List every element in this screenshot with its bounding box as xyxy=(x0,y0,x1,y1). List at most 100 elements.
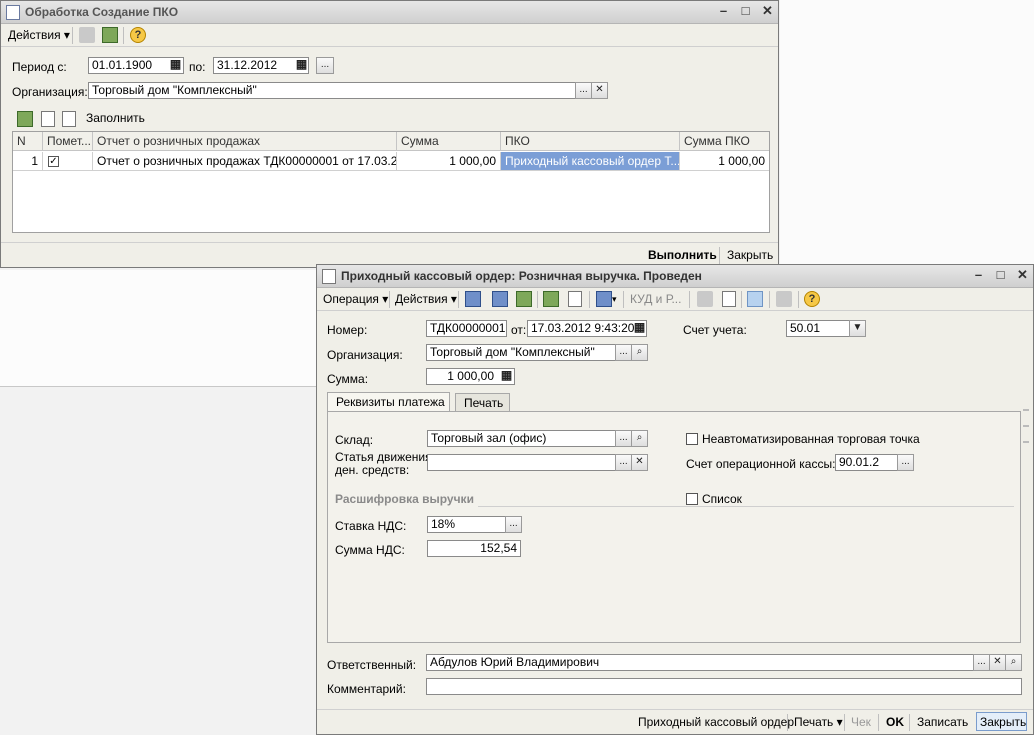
edit-icon[interactable] xyxy=(102,27,118,43)
search-icon[interactable]: ⌕ xyxy=(631,344,648,361)
save-button[interactable]: Записать xyxy=(917,715,968,729)
check-button[interactable]: Чек xyxy=(851,715,871,729)
calculator-icon[interactable]: ▦ xyxy=(498,368,515,385)
list-label: Список xyxy=(702,492,742,506)
period-select-button[interactable]: ... xyxy=(316,57,334,74)
report-icon[interactable] xyxy=(722,291,736,307)
select-button[interactable]: ... xyxy=(615,344,632,361)
filter-icon[interactable] xyxy=(747,291,763,307)
actions-menu[interactable]: Действия ▾ xyxy=(395,291,457,307)
close-button[interactable]: Закрыть xyxy=(727,248,773,262)
close-button[interactable]: ✕ xyxy=(761,4,774,18)
comment-field[interactable] xyxy=(426,678,1022,695)
calendar-icon[interactable]: ▦ xyxy=(167,57,184,74)
table-cell[interactable]: 1 000,00 xyxy=(397,152,501,171)
post-and-close-icon[interactable] xyxy=(465,291,481,307)
list-checkbox[interactable] xyxy=(686,493,698,505)
comment-label: Комментарий: xyxy=(327,682,406,696)
tab-payment-details[interactable]: Реквизиты платежа xyxy=(327,392,450,412)
non-auto-checkbox[interactable] xyxy=(686,433,698,445)
number-field[interactable]: ТДК00000001 xyxy=(426,320,507,337)
close-button[interactable]: ✕ xyxy=(1016,268,1029,282)
scrollbar[interactable] xyxy=(1022,403,1031,643)
chevron-down-icon[interactable]: ▼ xyxy=(849,320,866,337)
divider xyxy=(478,506,1014,507)
window-title: Приходный кассовый ордер: Розничная выру… xyxy=(341,269,702,283)
clear-icon[interactable]: ✕ xyxy=(591,82,608,99)
add-icon[interactable] xyxy=(17,111,33,127)
cash-receipt-window: Приходный кассовый ордер: Розничная выру… xyxy=(316,264,1034,735)
refresh-icon[interactable] xyxy=(492,291,508,307)
print-menu[interactable]: Печать ▾ xyxy=(794,715,843,729)
select-button[interactable]: ... xyxy=(575,82,592,99)
help-icon[interactable]: ? xyxy=(130,27,146,43)
op-cash-label: Счет операционной кассы: xyxy=(686,457,836,471)
maximize-button[interactable]: □ xyxy=(994,268,1007,282)
responsible-field[interactable]: Абдулов Юрий Владимирович xyxy=(426,654,1022,671)
check-all-icon[interactable] xyxy=(62,111,76,127)
column-header[interactable]: Сумма xyxy=(397,132,501,151)
dt-kt-icon[interactable] xyxy=(697,291,713,307)
column-header[interactable]: Сумма ПКО xyxy=(680,132,769,151)
window-title: Обработка Создание ПКО xyxy=(25,5,179,19)
select-button[interactable]: ... xyxy=(505,516,522,533)
post-icon[interactable] xyxy=(79,27,95,43)
select-button[interactable]: ... xyxy=(973,654,990,671)
minimize-button[interactable]: – xyxy=(972,268,985,282)
toolbar: Операция ▾ Действия ▾ ▾ КУД и Р... ? xyxy=(317,288,1033,311)
vat-rate-label: Ставка НДС: xyxy=(335,519,407,533)
search-icon[interactable]: ⌕ xyxy=(631,430,648,447)
unpost-icon[interactable] xyxy=(568,291,582,307)
clear-icon[interactable]: ✕ xyxy=(989,654,1006,671)
table-cell[interactable]: 1 xyxy=(13,152,43,171)
fill-button[interactable]: Заполнить xyxy=(86,111,145,125)
desktop-divider xyxy=(0,386,318,387)
sum-label: Сумма: xyxy=(327,372,369,386)
dropdown-arrow-icon[interactable]: ▾ xyxy=(612,291,617,307)
number-label: Номер: xyxy=(327,323,368,337)
search-icon[interactable]: ⌕ xyxy=(1005,654,1022,671)
non-auto-label: Неавтоматизированная торговая точка xyxy=(702,432,920,446)
organization-field[interactable]: Торговый дом "Комплексный" xyxy=(88,82,608,99)
post-icon[interactable] xyxy=(516,291,532,307)
execute-button[interactable]: Выполнить xyxy=(648,248,717,262)
select-button[interactable]: ... xyxy=(615,430,632,447)
maximize-button[interactable]: □ xyxy=(739,4,752,18)
toolbar: Действия ▾ ? xyxy=(1,24,778,47)
kud-button[interactable]: КУД и Р... xyxy=(630,291,681,307)
table-cell[interactable]: 1 000,00 xyxy=(680,152,769,171)
cashflow-label-2: ден. средств: xyxy=(335,463,410,477)
tab-print[interactable]: Печать xyxy=(455,393,510,411)
help-icon[interactable]: ? xyxy=(804,291,820,307)
copy-icon[interactable] xyxy=(41,111,55,127)
vat-sum-field[interactable]: 152,54 xyxy=(427,540,521,557)
pko-table: N Помет... Отчет о розничных продажах Су… xyxy=(12,131,770,233)
structure-icon[interactable] xyxy=(543,291,559,307)
table-cell[interactable]: ✓ xyxy=(43,152,93,171)
calendar-icon[interactable]: ▦ xyxy=(293,57,310,74)
column-header[interactable]: ПКО xyxy=(501,132,680,151)
organization-label: Организация: xyxy=(327,348,403,362)
row-checkbox[interactable]: ✓ xyxy=(48,156,59,167)
date-label: от: xyxy=(511,323,527,337)
ok-button[interactable]: OK xyxy=(886,715,904,729)
minimize-button[interactable]: – xyxy=(717,4,730,18)
doc-print-button[interactable]: Приходный кассовый ордер xyxy=(638,715,794,729)
actions-menu[interactable]: Действия ▾ xyxy=(8,27,70,43)
list-icon[interactable] xyxy=(776,291,792,307)
close-button[interactable]: Закрыть xyxy=(976,712,1027,731)
period-to-label: по: xyxy=(189,60,206,74)
date-field[interactable]: 17.03.2012 9:43:20 xyxy=(527,320,647,337)
select-button[interactable]: ... xyxy=(615,454,632,471)
table-cell[interactable]: Отчет о розничных продажах ТДК00000001 о… xyxy=(93,152,397,171)
select-button[interactable]: ... xyxy=(897,454,914,471)
clear-icon[interactable]: ✕ xyxy=(631,454,648,471)
table-cell-selected[interactable]: Приходный кассовый ордер Т... xyxy=(501,152,680,171)
calendar-icon[interactable]: ▦ xyxy=(631,320,648,337)
column-header[interactable]: Помет... xyxy=(43,132,93,151)
operation-menu[interactable]: Операция ▾ xyxy=(323,291,388,307)
based-on-icon[interactable] xyxy=(596,291,612,307)
column-header[interactable]: N xyxy=(13,132,43,151)
column-header[interactable]: Отчет о розничных продажах xyxy=(93,132,397,151)
title-bar: Обработка Создание ПКО – □ ✕ xyxy=(1,1,778,24)
